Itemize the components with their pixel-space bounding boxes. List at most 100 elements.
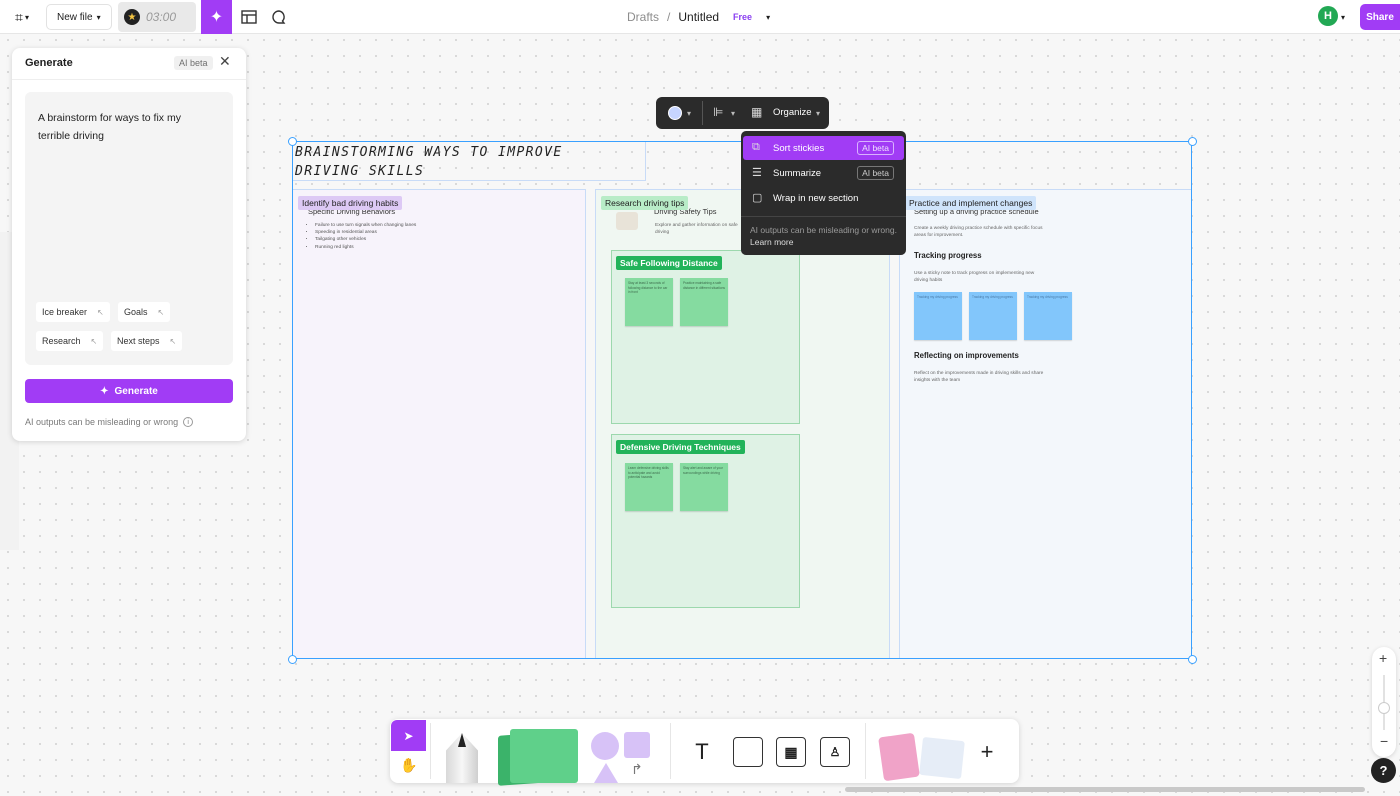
arrow-up-left-icon: ↖: [157, 307, 165, 317]
ai-disclaimer: AI outputs can be misleading or wrong i: [25, 417, 194, 427]
grid-icon[interactable]: ▦: [751, 105, 762, 119]
hand-icon: ✋: [400, 757, 418, 773]
cursor-icon: ➤: [403, 728, 414, 743]
shape-circle-tool[interactable]: [591, 732, 619, 760]
generate-button-label: Generate: [114, 385, 158, 397]
chip-label: Goals: [124, 307, 148, 317]
timer-widget[interactable]: ★ 03:00: [118, 2, 196, 32]
menu-item-label: Sort stickies: [773, 142, 825, 154]
menu-disclaimer-text: AI outputs can be misleading or wrong.: [750, 225, 897, 235]
context-toolbar: ▾ ⊫ ▾ ▦ Organize ▾: [656, 97, 829, 129]
avatar[interactable]: H: [1318, 6, 1338, 26]
timer-value: 03:00: [146, 10, 177, 24]
figjam-logo-icon: ⌗: [15, 8, 23, 25]
close-icon[interactable]: ✕: [219, 53, 231, 70]
share-button[interactable]: Share: [1360, 4, 1400, 30]
top-bar: ⌗ ▾ New file ▾ ★ 03:00 ✦ Drafts / Untitled…: [0, 0, 1400, 34]
text-icon: T: [695, 739, 709, 764]
zoom-out-icon[interactable]: −: [1380, 733, 1388, 749]
prompt-text: A brainstorm for ways to fix my terrible…: [38, 112, 181, 142]
ai-beta-badge: AI beta: [857, 166, 894, 180]
section-tool[interactable]: [733, 737, 763, 767]
sort-icon: ⧉: [752, 141, 760, 153]
chip-ice-breaker[interactable]: Ice breaker ↖: [36, 302, 110, 322]
more-tools-plus-icon[interactable]: +: [972, 737, 1002, 767]
table-icon: ▦: [784, 743, 798, 760]
chip-goals[interactable]: Goals ↖: [118, 302, 171, 322]
menu-item-sort-stickies[interactable]: ⧉ Sort stickies AI beta: [743, 136, 904, 160]
connector-arrow-icon[interactable]: ↱: [631, 761, 643, 778]
layout-icon: [241, 10, 257, 24]
sparkle-icon: ✦: [209, 9, 224, 26]
resize-handle[interactable]: [1188, 137, 1197, 146]
section-icon: ▢: [752, 192, 763, 204]
main-menu-button[interactable]: ⌗ ▾: [8, 0, 36, 34]
chevron-down-icon: ▾: [96, 12, 101, 22]
horizontal-scrollbar[interactable]: [845, 787, 1365, 792]
align-icon[interactable]: ⊫: [713, 105, 723, 119]
color-picker-button[interactable]: [668, 106, 682, 120]
sticky-note-tool[interactable]: [510, 729, 578, 783]
breadcrumb-drafts[interactable]: Drafts: [627, 10, 659, 24]
chip-research[interactable]: Research ↖: [36, 331, 104, 351]
resize-handle[interactable]: [288, 655, 297, 664]
widgets-thumbnail[interactable]: [878, 732, 920, 782]
chevron-down-icon: ▾: [24, 12, 29, 22]
stamp-icon: ♙: [829, 745, 841, 759]
resize-handle[interactable]: [288, 137, 297, 146]
divider: [670, 723, 671, 779]
breadcrumb-separator: /: [667, 10, 671, 24]
layout-button[interactable]: [238, 0, 260, 34]
chip-label: Research: [42, 336, 81, 346]
divider: [430, 723, 431, 779]
ai-button[interactable]: ✦: [201, 0, 232, 34]
file-name[interactable]: Untitled: [678, 10, 719, 24]
arrow-up-left-icon: ↖: [169, 336, 177, 346]
divider: [12, 79, 246, 80]
zoom-control: + −: [1372, 647, 1396, 757]
resize-handle[interactable]: [1188, 655, 1197, 664]
arrow-up-left-icon: ↖: [97, 307, 104, 317]
stamp-tool[interactable]: ♙: [820, 737, 850, 767]
plan-badge: Free: [733, 12, 753, 22]
zoom-knob[interactable]: [1378, 702, 1390, 714]
help-icon[interactable]: ?: [1371, 758, 1396, 783]
organize-button[interactable]: Organize: [773, 107, 812, 118]
chip-label: Ice breaker: [42, 307, 88, 317]
learn-more-link[interactable]: Learn more: [750, 237, 793, 247]
info-icon[interactable]: i: [183, 417, 194, 427]
sparkle-icon: ✦: [100, 385, 109, 397]
comment-button[interactable]: [268, 0, 290, 34]
new-file-label: New file: [57, 11, 93, 23]
menu-item-label: Wrap in new section: [773, 192, 859, 204]
prompt-input[interactable]: A brainstorm for ways to fix my terrible…: [25, 92, 233, 365]
ai-beta-badge: AI beta: [174, 56, 213, 70]
new-file-button[interactable]: New file ▾: [46, 4, 112, 30]
zoom-in-icon[interactable]: +: [1379, 650, 1387, 666]
shape-square-tool[interactable]: [624, 732, 650, 758]
chip-next-steps[interactable]: Next steps ↖: [111, 331, 183, 351]
arrow-up-left-icon: ↖: [90, 336, 98, 346]
chevron-down-icon: ▾: [687, 109, 692, 118]
generate-button[interactable]: ✦ Generate: [25, 379, 233, 403]
hand-tool[interactable]: ✋: [400, 757, 417, 774]
divider: [865, 723, 866, 779]
select-tool[interactable]: ➤: [391, 720, 426, 751]
chevron-down-icon: ▾: [731, 109, 736, 118]
templates-thumbnail[interactable]: [919, 736, 965, 780]
divider: [702, 101, 703, 125]
generate-title: Generate: [25, 57, 73, 69]
disclaimer-text: AI outputs can be misleading or wrong: [25, 417, 179, 427]
menu-item-wrap-section[interactable]: ▢ Wrap in new section: [743, 186, 904, 210]
menu-item-label: Summarize: [773, 167, 822, 179]
menu-item-summarize[interactable]: ☰ Summarize AI beta: [743, 161, 904, 185]
chevron-down-icon[interactable]: ▾: [1341, 0, 1345, 34]
text-tool[interactable]: T: [687, 737, 717, 767]
menu-disclaimer: AI outputs can be misleading or wrong. L…: [750, 224, 900, 248]
chevron-down-icon: ▾: [816, 109, 821, 118]
chevron-down-icon[interactable]: ▾: [766, 13, 770, 22]
shape-triangle-tool[interactable]: [594, 763, 618, 783]
ai-beta-badge: AI beta: [857, 141, 894, 155]
table-tool[interactable]: ▦: [776, 737, 806, 767]
breadcrumb: Drafts / Untitled Free ▾: [627, 0, 770, 34]
